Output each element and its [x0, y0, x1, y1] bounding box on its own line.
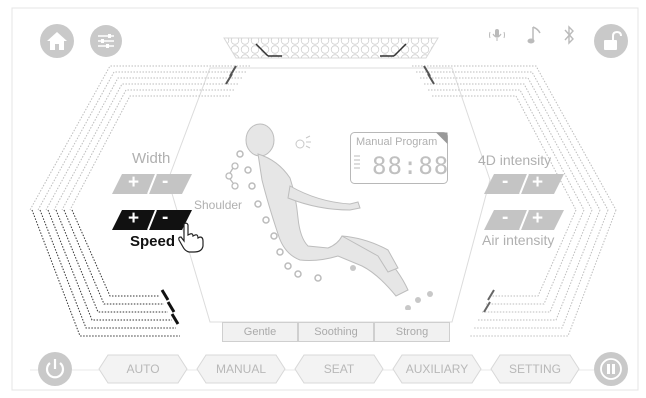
nav-manual-label: MANUAL	[215, 362, 266, 376]
speed-plus-button[interactable]: +	[128, 208, 139, 230]
width-stepper-shape	[112, 174, 192, 194]
width-stepper[interactable]: + -	[112, 171, 192, 194]
tab-soothing[interactable]: Soothing	[298, 322, 374, 342]
nav-auto-button[interactable]: AUTO	[98, 354, 188, 384]
intensity-4d-stepper[interactable]: - +	[484, 171, 564, 194]
nav-seat-button[interactable]: SEAT	[294, 354, 384, 384]
sliders-icon	[98, 34, 114, 48]
nav-auto-label: AUTO	[126, 362, 160, 376]
nav-manual-button[interactable]: MANUAL	[196, 354, 286, 384]
hand-pointer-icon	[178, 222, 204, 253]
music-note-icon[interactable]	[526, 24, 544, 46]
width-minus-button[interactable]: -	[162, 171, 168, 193]
air-intensity-label: Air intensity	[482, 232, 555, 248]
width-plus-button[interactable]: +	[128, 172, 139, 194]
nav-auxiliary-button[interactable]: AUXILIARY	[392, 354, 482, 384]
power-icon	[45, 359, 65, 379]
control-panel: Width + - + - Speed Shoulder Manual Prog…	[0, 0, 646, 398]
manual-program-display[interactable]: Manual Program 88:88	[350, 132, 448, 184]
width-label: Width	[132, 150, 171, 167]
air-intensity-minus-button[interactable]: -	[502, 207, 508, 229]
intensity-4d-minus-button[interactable]: -	[502, 171, 508, 193]
nav-setting-button[interactable]: SETTING	[490, 354, 580, 384]
power-button[interactable]	[38, 352, 72, 386]
air-intensity-plus-button[interactable]: +	[532, 208, 543, 230]
settings-button[interactable]	[90, 25, 122, 57]
intensity-4d-plus-button[interactable]: +	[532, 172, 543, 194]
unlock-icon	[604, 30, 622, 50]
microphone-icon[interactable]	[488, 26, 506, 44]
bluetooth-icon[interactable]	[562, 24, 576, 46]
intensity-4d-label: 4D intensity	[478, 152, 552, 168]
nav-setting-label: SETTING	[508, 362, 561, 376]
home-button[interactable]	[40, 24, 74, 58]
tab-strong[interactable]: Strong	[374, 322, 450, 342]
air-intensity-stepper-shape	[484, 210, 564, 230]
lock-button[interactable]	[594, 24, 628, 58]
home-icon	[47, 32, 67, 50]
nav-auxiliary-label: AUXILIARY	[405, 362, 469, 376]
speed-label: Speed	[130, 233, 176, 250]
program-timer: 88:88	[372, 152, 450, 180]
pause-icon	[600, 358, 622, 380]
nav-seat-label: SEAT	[323, 362, 355, 376]
air-intensity-stepper[interactable]: - +	[484, 207, 564, 230]
intensity-4d-stepper-shape	[484, 174, 564, 194]
speed-minus-button[interactable]: -	[162, 207, 168, 229]
pause-button[interactable]	[594, 352, 628, 386]
tab-gentle[interactable]: Gentle	[222, 322, 298, 342]
manual-program-title: Manual Program	[356, 136, 438, 148]
